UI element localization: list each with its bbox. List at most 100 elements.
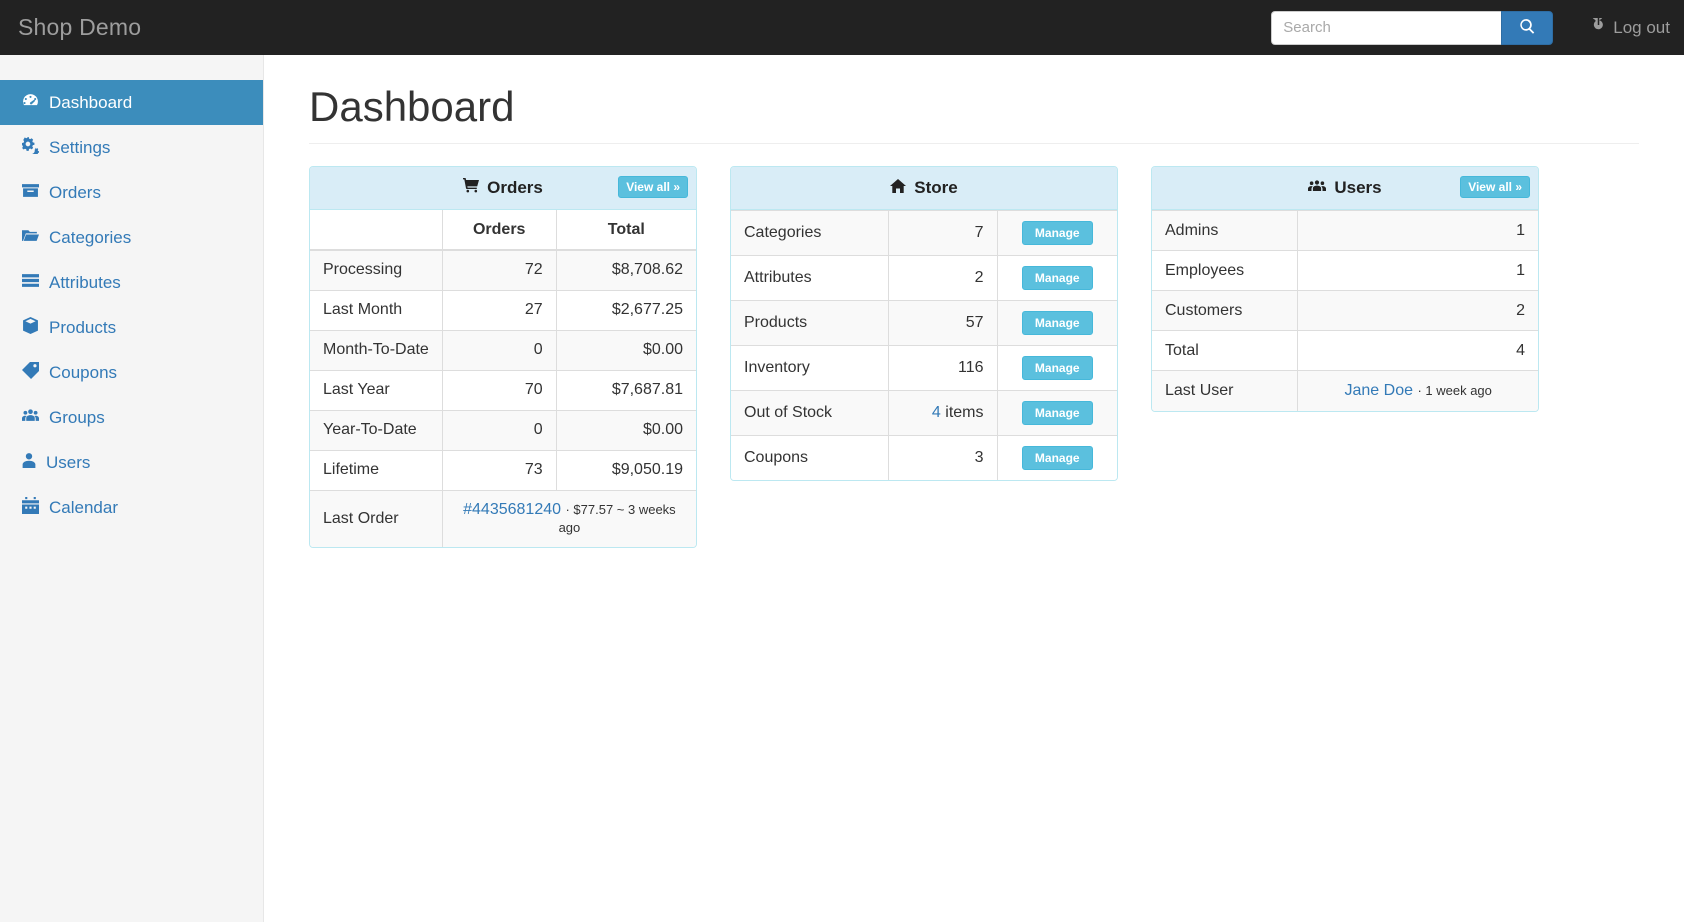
out-of-stock-link[interactable]: 4 [932, 404, 941, 421]
row-action: Manage [996, 345, 1117, 391]
manage-button[interactable]: Manage [1021, 221, 1093, 245]
archive-icon [22, 182, 39, 204]
row-label: Coupons [731, 435, 889, 480]
page-title: Dashboard [309, 83, 1639, 144]
sidebar-item-label: Settings [49, 137, 111, 157]
users-table: Admins 1 Employees 1 Customers 2 Total 4 [1152, 210, 1538, 411]
last-user-label: Last User [1152, 370, 1298, 411]
row-action: Manage [996, 300, 1117, 346]
row-orders: 70 [441, 369, 557, 410]
panel-title-text: Orders [487, 178, 543, 197]
last-order-row: Last Order #4435681240 · $77.57 ~ 3 week… [310, 489, 696, 547]
user-icon [22, 452, 36, 474]
sidebar-item-orders[interactable]: Orders [0, 170, 263, 215]
sidebar-item-products[interactable]: Products [0, 305, 263, 350]
store-table: Categories 7 Manage Attributes 2 Manage [731, 210, 1117, 480]
row-value: 4 [1297, 330, 1538, 371]
brand-title[interactable]: Shop Demo [0, 14, 141, 41]
sidebar-item-label: Users [46, 452, 91, 472]
table-row: Out of Stock 4 items Manage [731, 390, 1117, 436]
orders-panel: Orders View all » Orders Total Processin… [309, 166, 697, 548]
sidebar: Dashboard Settings Orders Categories Att… [0, 55, 264, 922]
row-orders: 0 [441, 409, 557, 450]
table-row: Last Month 27 $2,677.25 [310, 289, 696, 330]
sidebar-item-users[interactable]: Users [0, 440, 263, 485]
power-icon [1591, 7, 1606, 38]
table-row: Processing 72 $8,708.62 [310, 249, 696, 290]
last-user-link[interactable]: Jane Doe [1345, 382, 1414, 399]
row-value: 1 [1297, 210, 1538, 251]
row-label: Year-To-Date [310, 409, 443, 450]
sidebar-item-categories[interactable]: Categories [0, 215, 263, 260]
table-row: Employees 1 [1152, 250, 1538, 291]
row-action: Manage [996, 435, 1117, 480]
sidebar-item-calendar[interactable]: Calendar [0, 485, 263, 530]
manage-button[interactable]: Manage [1021, 446, 1093, 470]
sidebar-item-groups[interactable]: Groups [0, 395, 263, 440]
sidebar-item-label: Attributes [49, 272, 121, 292]
store-panel-heading: Store [731, 167, 1117, 210]
orders-col-orders: Orders [441, 210, 557, 251]
search-input[interactable] [1271, 10, 1502, 45]
row-total: $2,677.25 [555, 289, 696, 330]
last-order-link[interactable]: #4435681240 [463, 501, 561, 518]
row-value: 3 [888, 435, 997, 480]
last-order-value: #4435681240 · $77.57 ~ 3 weeks ago [441, 489, 696, 547]
row-orders: 27 [441, 289, 557, 330]
sidebar-item-dashboard[interactable]: Dashboard [0, 80, 263, 125]
row-value: 116 [888, 345, 997, 391]
out-of-stock-suffix: items [940, 404, 984, 421]
manage-button[interactable]: Manage [1021, 311, 1093, 335]
table-row: Year-To-Date 0 $0.00 [310, 409, 696, 450]
users-panel-heading: Users View all » [1152, 167, 1538, 210]
manage-button[interactable]: Manage [1021, 356, 1093, 380]
row-action: Manage [996, 210, 1117, 256]
row-label: Inventory [731, 345, 889, 391]
sidebar-item-label: Calendar [49, 497, 118, 517]
users-icon [22, 407, 39, 429]
orders-table: Orders Total Processing 72 $8,708.62 Las… [310, 210, 696, 547]
last-order-label: Last Order [310, 489, 443, 547]
row-label: Categories [731, 210, 889, 256]
cube-icon [22, 316, 39, 339]
row-label: Employees [1152, 250, 1298, 291]
tachometer-icon [22, 92, 39, 114]
table-row: Inventory 116 Manage [731, 345, 1117, 391]
row-total: $0.00 [555, 329, 696, 370]
orders-panel-heading: Orders View all » [310, 167, 696, 210]
manage-button[interactable]: Manage [1021, 401, 1093, 425]
row-label: Out of Stock [731, 390, 889, 436]
table-row: Admins 1 [1152, 210, 1538, 251]
row-total: $8,708.62 [555, 249, 696, 290]
logout-label: Log out [1613, 17, 1670, 37]
search-button[interactable] [1501, 10, 1554, 45]
panel-title-text: Store [914, 178, 958, 197]
manage-button[interactable]: Manage [1021, 266, 1093, 290]
row-orders: 72 [441, 249, 557, 290]
row-total: $9,050.19 [555, 449, 696, 490]
sidebar-item-settings[interactable]: Settings [0, 125, 263, 170]
row-orders: 73 [441, 449, 557, 490]
panel-title-text: Users [1334, 178, 1382, 197]
sidebar-item-attributes[interactable]: Attributes [0, 260, 263, 305]
navbar-right: Log out [1271, 7, 1684, 45]
orders-col-total: Total [555, 210, 696, 251]
panels-row: Orders View all » Orders Total Processin… [309, 166, 1639, 548]
orders-view-all-button[interactable]: View all » [618, 176, 688, 198]
logout-button[interactable]: Log out [1591, 7, 1684, 38]
list-icon [22, 272, 39, 294]
row-label: Lifetime [310, 449, 443, 490]
row-value: 57 [888, 300, 997, 346]
sidebar-item-label: Coupons [49, 362, 118, 382]
gears-icon [22, 136, 40, 159]
row-value: 1 [1297, 250, 1538, 291]
users-view-all-button[interactable]: View all » [1460, 176, 1530, 198]
sidebar-item-label: Categories [49, 227, 132, 247]
row-value: 7 [888, 210, 997, 256]
shopping-cart-icon [463, 177, 480, 199]
orders-col-blank [310, 210, 443, 251]
users-panel-title: Users [1308, 178, 1382, 199]
sidebar-item-coupons[interactable]: Coupons [0, 350, 263, 395]
last-order-detail: · $77.57 ~ 3 weeks ago [558, 501, 676, 535]
row-label: Last Year [310, 369, 443, 410]
